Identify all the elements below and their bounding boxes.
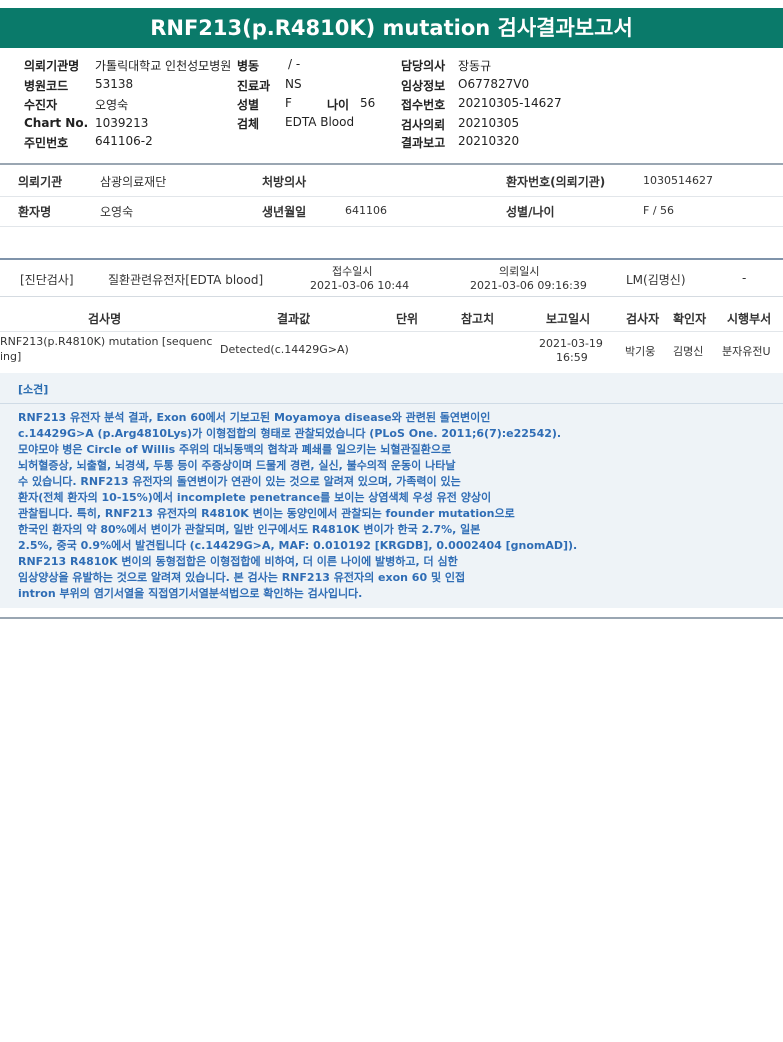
header-age-label: 나이 bbox=[327, 98, 350, 112]
header-receipt-value: 20210305-14627 bbox=[458, 96, 562, 110]
findings-line: 임상양상을 유발하는 것으로 알려져 있습니다. 본 검사는 RNF213 유전… bbox=[18, 571, 466, 584]
header-doctor-value: 장동규 bbox=[458, 59, 492, 73]
info-row-divider bbox=[0, 196, 783, 197]
info-doctor-label: 처방의사 bbox=[262, 175, 307, 189]
header-clinical-label: 임상정보 bbox=[401, 79, 446, 93]
header-age-value: 56 bbox=[360, 96, 376, 110]
order-requested-label: 의뢰일시 bbox=[499, 265, 540, 278]
findings-line: intron 부위의 염기서열을 직접염기서열분석법으로 확인하는 검사입니다. bbox=[18, 587, 363, 600]
order-dash: - bbox=[742, 271, 747, 285]
order-divider bbox=[0, 258, 783, 260]
table-header-divider bbox=[0, 331, 783, 332]
findings-line: 2.5%, 중국 0.9%에서 발견됩니다 (c.14429G>A, MAF: … bbox=[18, 539, 578, 552]
header-dept-value: NS bbox=[285, 77, 302, 91]
header-sex-value: F bbox=[285, 96, 292, 110]
order-received-label: 접수일시 bbox=[332, 265, 373, 278]
th-result: 결과값 bbox=[277, 312, 311, 326]
cell-confirmer: 김명신 bbox=[673, 345, 704, 358]
findings-divider bbox=[0, 403, 783, 404]
info-patno-label: 환자번호(의뢰기관) bbox=[506, 175, 606, 189]
order-lm: LM(김명신) bbox=[626, 273, 686, 287]
info-birth-value: 641106 bbox=[345, 204, 387, 217]
header-hospital-code-value: 53138 bbox=[95, 77, 134, 91]
findings-line: c.14429G>A (p.Arg4810Lys)가 이형접합의 형태로 관찰되… bbox=[18, 427, 562, 440]
cell-tester: 박기웅 bbox=[625, 345, 656, 358]
header-report-label: 결과보고 bbox=[401, 136, 446, 150]
info-org-label: 의뢰기관 bbox=[18, 175, 63, 189]
info-sexage-label: 성별/나이 bbox=[506, 205, 555, 219]
cell-result: Detected(c.14429G>A) bbox=[220, 343, 349, 356]
header-ward-label: 병동 bbox=[237, 59, 260, 73]
info-patno-value: 1030514627 bbox=[643, 174, 713, 187]
header-org: 의뢰기관명 bbox=[24, 57, 79, 74]
th-test-name: 검사명 bbox=[88, 312, 122, 326]
th-report-date: 보고일시 bbox=[546, 312, 591, 326]
header-dept-label: 진료과 bbox=[237, 79, 271, 93]
th-dept: 시행부서 bbox=[727, 312, 772, 326]
info-birth-label: 생년월일 bbox=[262, 205, 307, 219]
header-specimen-value: EDTA Blood bbox=[285, 115, 355, 129]
order-specimen: 질환관련유전자[EDTA blood] bbox=[108, 273, 264, 287]
order-requested-value: 2021-03-06 09:16:39 bbox=[470, 279, 587, 292]
info-org-value: 삼광의료재단 bbox=[100, 175, 167, 189]
th-confirmer: 확인자 bbox=[673, 312, 707, 326]
header-divider bbox=[0, 163, 783, 165]
header-patient-value: 오영숙 bbox=[95, 98, 129, 112]
header-report-value: 20210320 bbox=[458, 134, 520, 148]
cell-report-time: 16:59 bbox=[556, 351, 588, 364]
header-chart-label-text: Chart No. bbox=[24, 116, 89, 130]
header-ssn-label-text: 주민번호 bbox=[24, 136, 69, 150]
findings-line: 관찰됩니다. 특히, RNF213 유전자의 R4810K 변이는 동양인에서 … bbox=[18, 507, 515, 520]
findings-line: 모야모야 병은 Circle of Willis 주위의 대뇌동맥의 협착과 폐… bbox=[18, 443, 452, 456]
header-doctor-label: 담당의사 bbox=[401, 59, 446, 73]
th-reference: 참고치 bbox=[461, 312, 495, 326]
header-hospital-code-label: 병원코드 bbox=[24, 77, 68, 94]
order-received-value: 2021-03-06 10:44 bbox=[310, 279, 410, 292]
bottom-divider bbox=[0, 617, 783, 619]
th-unit: 단위 bbox=[396, 312, 419, 326]
findings-line: 뇌허혈증상, 뇌출혈, 뇌경색, 두통 등이 주증상이며 드물게 경련, 실신,… bbox=[18, 459, 456, 472]
order-category: [진단검사] bbox=[20, 273, 74, 287]
info-sexage-value: F / 56 bbox=[643, 204, 675, 217]
table-top-divider bbox=[0, 296, 783, 297]
header-org-value: 가톨릭대학교 인천성모병원 bbox=[95, 59, 232, 73]
header-patient-label-text: 수진자 bbox=[24, 98, 58, 112]
report-title: RNF213(p.R4810K) mutation 검사결과보고서 bbox=[0, 8, 783, 48]
findings-title: [소견] bbox=[18, 383, 49, 396]
header-request-label: 검사의뢰 bbox=[401, 118, 446, 132]
cell-test-name-line1: RNF213(p.R4810K) mutation [sequenc bbox=[0, 335, 213, 348]
header-sex-label: 성별 bbox=[237, 98, 260, 112]
findings-text: RNF213 유전자 분석 결과, Exon 60에서 기보고된 Moyamoy… bbox=[18, 410, 578, 602]
header-patient-label: 수진자 bbox=[24, 96, 57, 113]
findings-line: 환자(전체 환자의 10-15%)에서 incomplete penetranc… bbox=[18, 491, 492, 504]
findings-line: RNF213 유전자 분석 결과, Exon 60에서 기보고된 Moyamoy… bbox=[18, 411, 491, 424]
header-ward-value: / - bbox=[288, 57, 301, 71]
header-hospital-code-label-text: 병원코드 bbox=[24, 79, 69, 93]
header-chart-value: 1039213 bbox=[95, 116, 149, 130]
header-request-value: 20210305 bbox=[458, 116, 520, 130]
cell-report-date: 2021-03-19 bbox=[539, 337, 603, 350]
th-tester: 검사자 bbox=[626, 312, 660, 326]
cell-test-name-line2: ing] bbox=[0, 350, 22, 363]
info-name-value: 오영숙 bbox=[100, 205, 134, 219]
cell-dept: 분자유전U bbox=[722, 345, 771, 358]
header-chart-label: Chart No. bbox=[24, 116, 88, 130]
header-ssn-label: 주민번호 bbox=[24, 134, 68, 151]
info-row-divider-2 bbox=[0, 226, 783, 227]
findings-line: 수 있습니다. RNF213 유전자의 돌연변이가 연관이 있는 것으로 알려져… bbox=[18, 475, 461, 488]
header-org-label: 의뢰기관명 bbox=[24, 59, 80, 73]
header-receipt-label: 접수번호 bbox=[401, 98, 446, 112]
info-name-label: 환자명 bbox=[18, 205, 52, 219]
header-ssn-value: 641106-2 bbox=[95, 134, 153, 148]
header-specimen-label: 검체 bbox=[237, 117, 260, 131]
findings-line: RNF213 R4810K 변이의 동형접합은 이형접합에 비하여, 더 이른 … bbox=[18, 555, 458, 568]
findings-line: 한국인 환자의 약 80%에서 변이가 관찰되며, 일반 인구에서도 R4810… bbox=[18, 523, 481, 536]
header-clinical-value: O677827V0 bbox=[458, 77, 530, 91]
